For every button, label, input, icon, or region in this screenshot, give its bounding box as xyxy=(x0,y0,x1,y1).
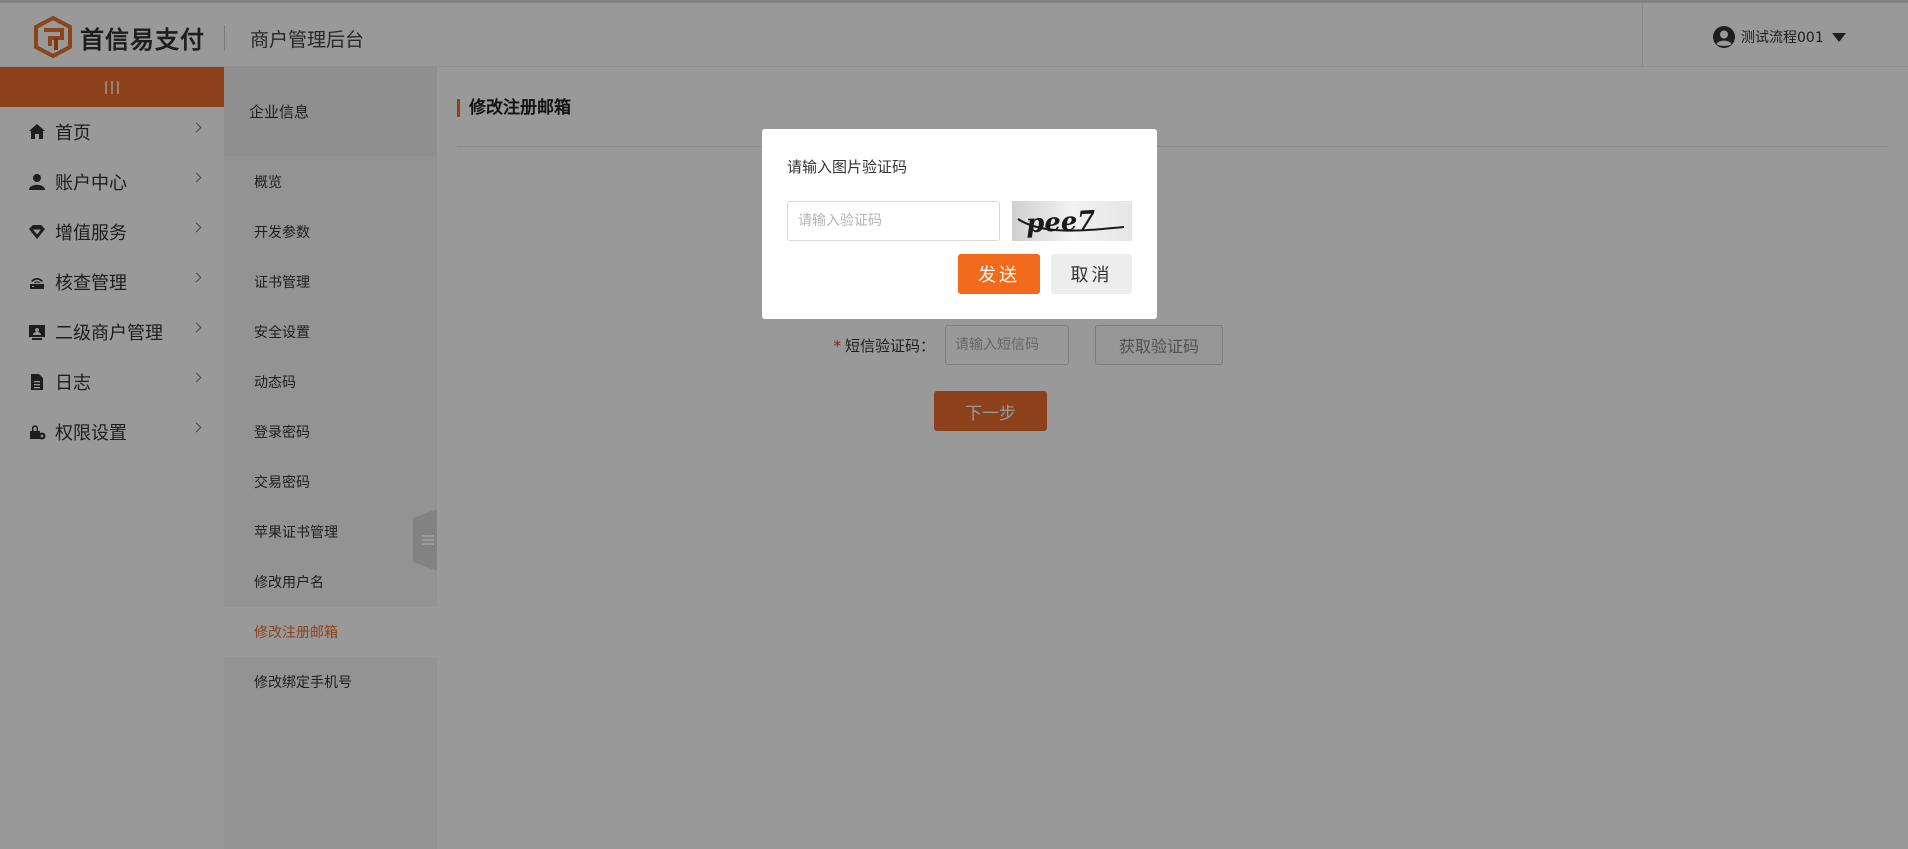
send-button[interactable]: 发送 xyxy=(958,254,1040,294)
cancel-button[interactable]: 取消 xyxy=(1051,254,1132,294)
captcha-input[interactable] xyxy=(787,201,1000,241)
captcha-dialog: 请输入图片验证码 pee7 发送 取消 xyxy=(762,129,1157,319)
captcha-image[interactable]: pee7 xyxy=(1012,201,1132,241)
captcha-text: pee7 xyxy=(1025,206,1096,240)
modal-overlay[interactable] xyxy=(0,0,1908,849)
dialog-title: 请输入图片验证码 xyxy=(787,158,908,176)
